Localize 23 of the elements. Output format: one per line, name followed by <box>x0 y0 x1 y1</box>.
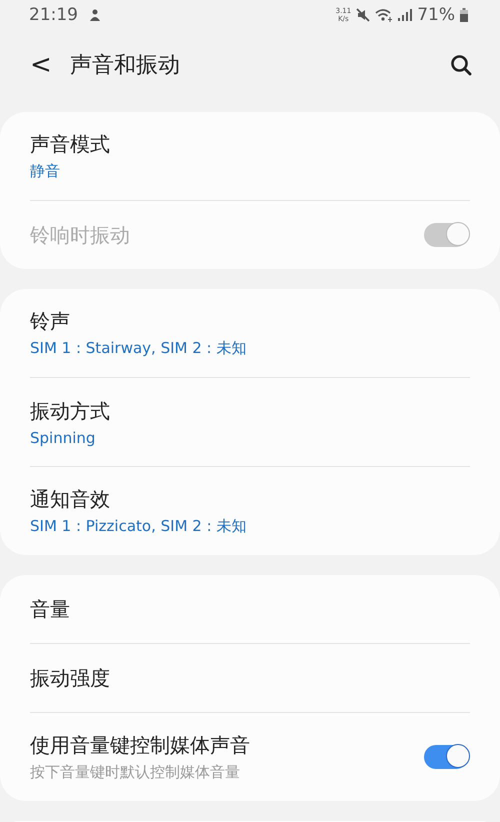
setting-title[interactable]: 铃声 <box>30 308 470 335</box>
setting-title[interactable]: 振动方式 <box>30 398 470 424</box>
signal-icon <box>398 9 412 21</box>
battery-icon <box>460 8 468 22</box>
battery-level: 71% <box>417 5 455 25</box>
setting-title[interactable]: 声音模式 <box>30 131 470 158</box>
setting-value: SIM 1 : Pizzicato, SIM 2 : 未知 <box>30 517 248 536</box>
setting-title[interactable]: 使用音量键控制媒体声音 <box>30 732 424 759</box>
setting-title[interactable]: 音量 <box>30 596 470 622</box>
notification-icon <box>89 8 101 22</box>
page-title: 声音和振动 <box>70 52 180 80</box>
setting-title[interactable]: 通知音效 <box>30 486 470 513</box>
setting-value: SIM 1 : Stairway, SIM 2 : 未知 <box>30 339 248 358</box>
back-button[interactable]: < <box>22 50 60 80</box>
search-icon[interactable] <box>450 54 472 76</box>
setting-title[interactable]: 振动强度 <box>30 664 470 692</box>
mute-icon <box>356 8 370 22</box>
setting-value: Spinning <box>30 428 96 446</box>
toggle-switch[interactable] <box>424 745 468 769</box>
setting-value: 静音 <box>30 162 61 181</box>
status-time: 21:19 <box>29 5 78 25</box>
setting-value: 按下音量键时默认控制媒体音量 <box>30 763 241 782</box>
wifi-icon <box>375 8 394 22</box>
